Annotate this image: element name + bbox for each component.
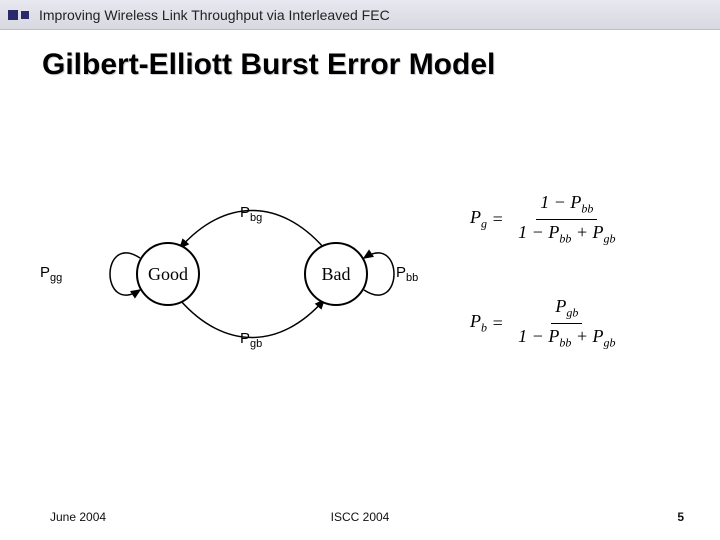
- fraction: 1 − Pbb 1 − Pbb + Pgb: [514, 192, 619, 246]
- label-pbb: Pbb: [396, 264, 418, 284]
- label-pgg: Pgg: [40, 264, 62, 284]
- fraction: Pgb 1 − Pbb + Pgb: [514, 296, 619, 350]
- state-diagram: Good Bad Pgg Pbb Pbg Pgb: [40, 162, 440, 382]
- state-bad: Bad: [304, 242, 368, 306]
- lhs: Pg: [470, 207, 487, 232]
- label-text: P: [40, 264, 50, 281]
- label-text: P: [240, 330, 250, 347]
- label-sub: bb: [406, 272, 418, 284]
- logo-squares: [8, 10, 29, 20]
- footer-conference: ISCC 2004: [331, 510, 390, 524]
- formula-pb: Pb = Pgb 1 − Pbb + Pgb: [470, 296, 619, 350]
- header-bar: Improving Wireless Link Throughput via I…: [0, 0, 720, 30]
- denominator: 1 − Pbb + Pgb: [514, 220, 619, 247]
- label-text: P: [240, 204, 250, 221]
- footer-date: June 2004: [50, 510, 106, 524]
- label-pgb: Pgb: [240, 330, 262, 350]
- label-sub: bg: [250, 212, 262, 224]
- formulas: Pg = 1 − Pbb 1 − Pbb + Pgb Pb = Pgb 1 − …: [470, 192, 619, 400]
- formula-pg: Pg = 1 − Pbb 1 − Pbb + Pgb: [470, 192, 619, 246]
- label-sub: gg: [50, 272, 62, 284]
- header-title: Improving Wireless Link Throughput via I…: [39, 7, 390, 23]
- label-pbg: Pbg: [240, 204, 262, 224]
- slide-content: Good Bad Pgg Pbb Pbg Pgb Pg = 1 − Pbb 1 …: [0, 82, 720, 462]
- denominator: 1 − Pbb + Pgb: [514, 324, 619, 351]
- lhs: Pb: [470, 311, 487, 336]
- square-icon: [8, 10, 18, 20]
- slide-title: Gilbert-Elliott Burst Error Model: [42, 48, 720, 82]
- page-number: 5: [677, 510, 684, 524]
- numerator: 1 − Pbb: [536, 192, 597, 220]
- equals: =: [487, 209, 508, 230]
- numerator: Pgb: [551, 296, 582, 324]
- square-icon: [21, 11, 29, 19]
- label-text: P: [396, 264, 406, 281]
- label-sub: gb: [250, 338, 262, 350]
- footer: June 2004 ISCC 2004 5: [0, 510, 720, 524]
- equals: =: [487, 313, 508, 334]
- state-good: Good: [136, 242, 200, 306]
